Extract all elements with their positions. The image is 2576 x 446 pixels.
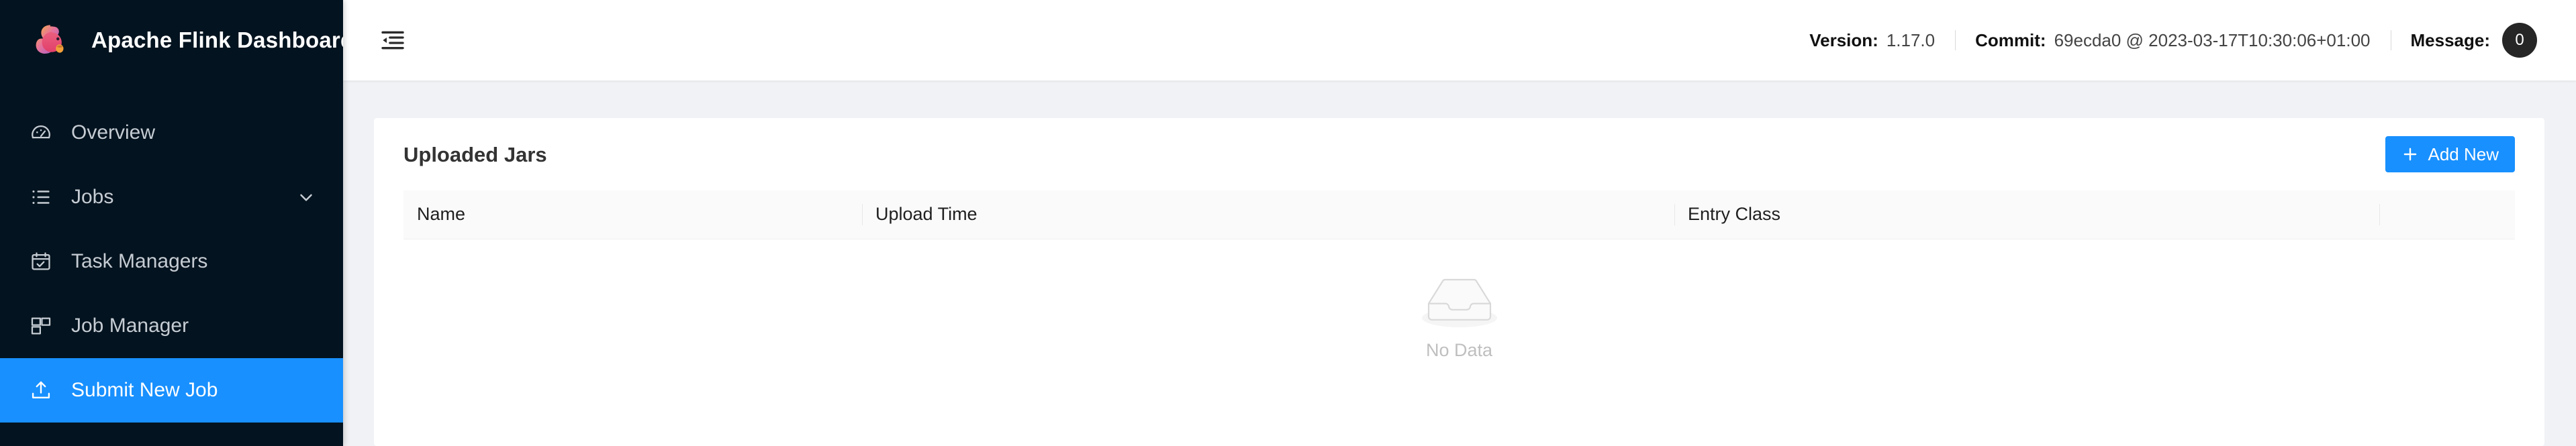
- commit-info: Commit: 69ecda0 @ 2023-03-17T10:30:06+01…: [1955, 30, 2390, 51]
- empty-state: No Data: [403, 239, 2515, 373]
- table-head: Name Upload Time Entry Class: [403, 190, 2515, 239]
- menu-fold-icon[interactable]: [374, 21, 412, 59]
- sidebar-item-label: Submit New Job: [71, 379, 218, 401]
- sidebar-item-submit-new-job[interactable]: Submit New Job: [0, 358, 343, 423]
- table-empty-row: No Data: [403, 239, 2515, 373]
- topbar-meta: Version: 1.17.0 Commit: 69ecda0 @ 2023-0…: [1789, 0, 2557, 80]
- chevron-down-icon[interactable]: [296, 187, 316, 207]
- sidebar-item-task-managers[interactable]: Task Managers: [0, 229, 343, 294]
- dashboard-gauge-icon: [30, 121, 52, 144]
- app-root: Apache Flink Dashboard Overview Jobs Tas…: [0, 0, 2576, 446]
- jars-table-wrap: Name Upload Time Entry Class No Data: [374, 190, 2544, 373]
- sidebar-item-label: Task Managers: [71, 250, 208, 272]
- empty-state-box: No Data: [1417, 270, 1502, 359]
- column-header-name[interactable]: Name: [403, 190, 862, 239]
- version-value: 1.17.0: [1886, 30, 1936, 50]
- card-header: Uploaded Jars Add New: [374, 118, 2544, 190]
- column-header-upload-time[interactable]: Upload Time: [862, 190, 1674, 239]
- sidebar-nav: Overview Jobs Task Managers Job Manager …: [0, 80, 343, 423]
- message-count-badge[interactable]: 0: [2502, 23, 2537, 58]
- uploaded-jars-card: Uploaded Jars Add New Name Upload Time E…: [374, 118, 2544, 446]
- main-region: Version: 1.17.0 Commit: 69ecda0 @ 2023-0…: [343, 0, 2576, 446]
- sidebar-item-label: Job Manager: [71, 315, 189, 337]
- brand[interactable]: Apache Flink Dashboard: [0, 0, 343, 80]
- sidebar-item-jobs[interactable]: Jobs: [0, 165, 343, 229]
- upload-icon: [30, 379, 52, 402]
- flink-squirrel-logo-icon: [36, 25, 64, 54]
- empty-inbox-icon: [1421, 278, 1497, 327]
- brand-title: Apache Flink Dashboard: [91, 27, 343, 52]
- empty-state-text: No Data: [1425, 339, 1493, 360]
- sidebar: Apache Flink Dashboard Overview Jobs Tas…: [0, 0, 343, 446]
- jars-table: Name Upload Time Entry Class No Data: [403, 190, 2515, 373]
- commit-label: Commit:: [1975, 30, 2046, 50]
- unordered-list-icon: [30, 186, 52, 209]
- calendar-check-icon: [30, 250, 52, 273]
- sidebar-item-label: Overview: [71, 121, 156, 144]
- add-new-label: Add New: [2428, 144, 2499, 164]
- message-info[interactable]: Message: 0: [2391, 23, 2558, 58]
- column-header-entry-class[interactable]: Entry Class: [1674, 190, 2379, 239]
- topbar: Version: 1.17.0 Commit: 69ecda0 @ 2023-0…: [343, 0, 2576, 80]
- version-label: Version:: [1809, 30, 1878, 50]
- sidebar-item-job-manager[interactable]: Job Manager: [0, 294, 343, 358]
- add-new-button[interactable]: Add New: [2385, 136, 2515, 172]
- message-label: Message:: [2410, 30, 2491, 50]
- plus-icon: [2401, 146, 2419, 163]
- sidebar-item-label: Jobs: [71, 186, 114, 208]
- table-body: No Data: [403, 239, 2515, 373]
- table-header-row: Name Upload Time Entry Class: [403, 190, 2515, 239]
- commit-value: 69ecda0 @ 2023-03-17T10:30:06+01:00: [2054, 30, 2371, 50]
- content-area: Uploaded Jars Add New Name Upload Time E…: [343, 80, 2576, 446]
- column-header-actions: [2379, 190, 2515, 239]
- version-info: Version: 1.17.0: [1789, 30, 1955, 51]
- layout-blocks-icon: [30, 315, 52, 337]
- page-title: Uploaded Jars: [403, 142, 547, 166]
- sidebar-item-overview[interactable]: Overview: [0, 101, 343, 165]
